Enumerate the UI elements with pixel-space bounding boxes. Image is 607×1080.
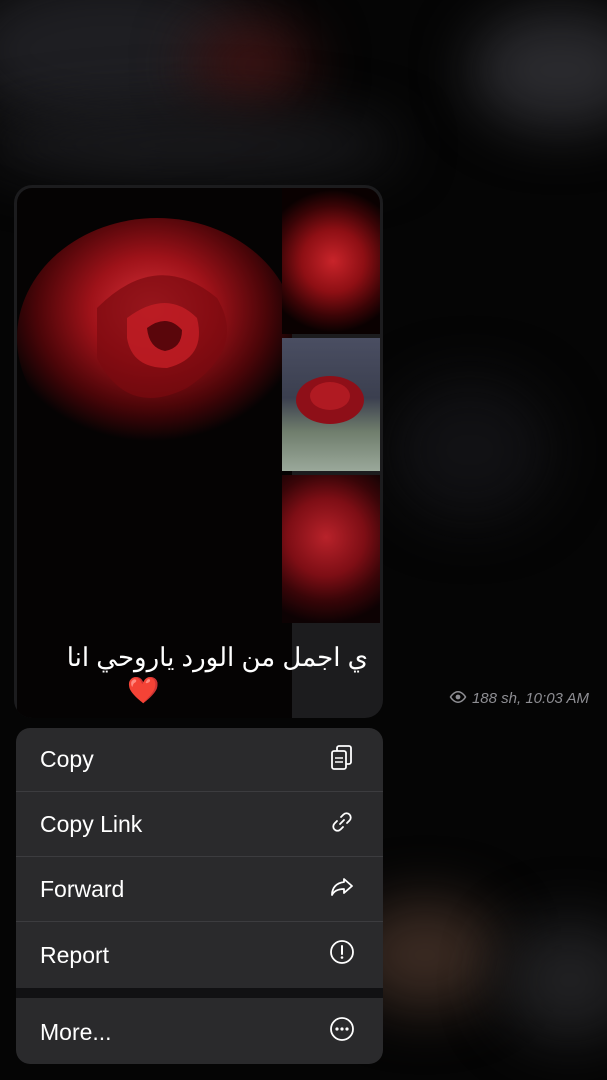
message-caption: ي اجمل من الورد ياروحي انا (66, 642, 368, 672)
forward-menu-item[interactable]: Forward (16, 858, 383, 922)
menu-item-label: More... (40, 1018, 112, 1045)
media-message-bubble[interactable] (14, 185, 383, 718)
menu-separator (16, 988, 383, 998)
eye-icon (449, 690, 467, 707)
menu-item-label: Report (40, 941, 110, 968)
context-menu: Copy Copy Link Forward Report More... (16, 728, 383, 1064)
forward-icon (328, 873, 356, 907)
copy-menu-item[interactable]: Copy (16, 728, 383, 792)
menu-item-label: Forward (40, 876, 125, 902)
more-icon (328, 1015, 356, 1049)
views-and-time: 188 sh, 10:03 AM (471, 690, 589, 707)
menu-item-label: Copy (40, 746, 94, 772)
copy-icon (328, 743, 356, 777)
heart-emoji: ❤️ (127, 675, 160, 705)
rose-photo-2[interactable] (282, 188, 380, 334)
rose-photo-main[interactable] (17, 188, 292, 718)
rose-photo-4[interactable] (282, 475, 380, 623)
report-icon (328, 938, 356, 972)
report-menu-item[interactable]: Report (16, 923, 383, 987)
rose-photo-3[interactable] (282, 338, 380, 471)
link-icon (328, 808, 356, 842)
more-menu-item[interactable]: More... (16, 1000, 383, 1064)
copy-link-menu-item[interactable]: Copy Link (16, 793, 383, 857)
message-meta: 188 sh, 10:03 AM (449, 690, 589, 707)
menu-item-label: Copy Link (40, 811, 143, 837)
